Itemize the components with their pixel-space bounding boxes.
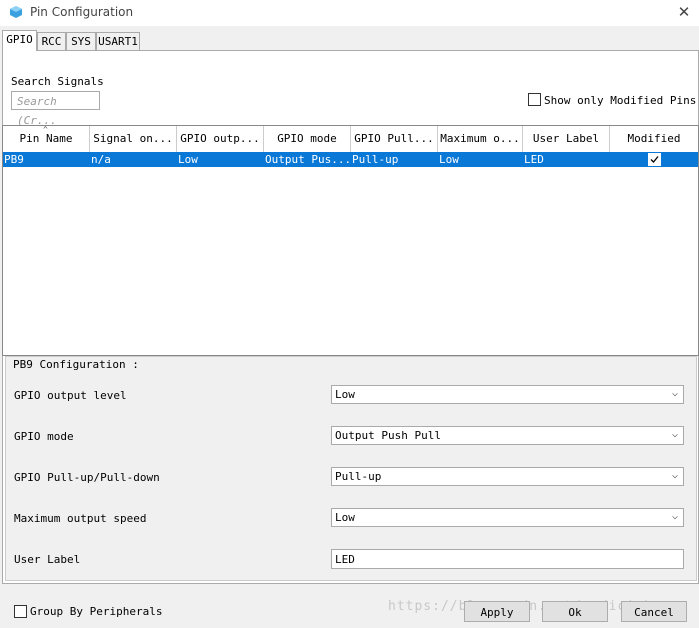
output-level-label: GPIO output level	[14, 389, 127, 402]
pin-table: ^ Pin Name Signal on... GPIO outp... GPI…	[2, 125, 699, 356]
col-gpio-output[interactable]: GPIO outp...	[177, 126, 264, 152]
output-level-select[interactable]: Low ⌵	[331, 385, 684, 404]
gpio-mode-label: GPIO mode	[14, 430, 74, 443]
sort-up-icon: ^	[43, 126, 48, 134]
col-user-label[interactable]: User Label	[523, 126, 610, 152]
tab-sys[interactable]: SYS	[66, 32, 96, 50]
cell-speed: Low	[439, 153, 459, 166]
pull-label: GPIO Pull-up/Pull-down	[14, 471, 160, 484]
apply-button[interactable]: Apply	[464, 601, 530, 622]
col-modified[interactable]: Modified	[610, 126, 698, 152]
group-by-checkbox[interactable]	[14, 605, 27, 618]
cell-label: LED	[524, 153, 544, 166]
search-label: Search Signals	[11, 75, 104, 88]
col-pin-name[interactable]: ^ Pin Name	[3, 126, 90, 152]
pull-select[interactable]: Pull-up ⌵	[331, 467, 684, 486]
show-modified-label: Show only Modified Pins	[544, 94, 697, 107]
chevron-down-icon: ⌵	[671, 511, 678, 522]
config-title: PB9 Configuration :	[11, 358, 141, 371]
col-gpio-pull[interactable]: GPIO Pull...	[351, 126, 438, 152]
show-modified-checkbox[interactable]	[528, 93, 541, 106]
cancel-button[interactable]: Cancel	[621, 601, 687, 622]
group-by-label: Group By Peripherals	[30, 605, 163, 618]
user-label-input[interactable]: LED	[331, 549, 684, 569]
col-gpio-mode[interactable]: GPIO mode	[264, 126, 351, 152]
cell-pull: Pull-up	[352, 153, 399, 166]
col-signal[interactable]: Signal on...	[90, 126, 177, 152]
window-title: Pin Configuration	[30, 5, 134, 19]
chevron-down-icon: ⌵	[671, 429, 678, 440]
chevron-down-icon: ⌵	[671, 388, 678, 399]
close-icon[interactable]: ✕	[669, 0, 699, 26]
search-input[interactable]: Search (Cr...	[11, 91, 100, 127]
cell-pin: PB9	[4, 153, 24, 166]
gpio-mode-select[interactable]: Output Push Pull ⌵	[331, 426, 684, 445]
app-cube-icon	[10, 6, 22, 18]
chevron-down-icon: ⌵	[671, 470, 678, 481]
modified-check-icon[interactable]	[648, 153, 661, 166]
cell-signal: n/a	[91, 153, 111, 166]
cell-output: Low	[178, 153, 198, 166]
user-label-label: User Label	[14, 553, 81, 566]
speed-label: Maximum output speed	[14, 512, 147, 525]
speed-select[interactable]: Low ⌵	[331, 508, 684, 527]
cell-mode: Output Pus...	[265, 153, 351, 166]
tab-gpio[interactable]: GPIO	[2, 30, 37, 51]
tab-rcc[interactable]: RCC	[37, 32, 66, 50]
tab-usart1[interactable]: USART1	[96, 32, 140, 50]
ok-button[interactable]: Ok	[542, 601, 608, 622]
table-header: ^ Pin Name Signal on... GPIO outp... GPI…	[3, 126, 698, 152]
title-bar: Pin Configuration ✕	[0, 0, 699, 26]
table-row[interactable]: PB9 n/a Low Output Pus... Pull-up Low LE…	[3, 152, 698, 167]
col-max-speed[interactable]: Maximum o...	[438, 126, 523, 152]
